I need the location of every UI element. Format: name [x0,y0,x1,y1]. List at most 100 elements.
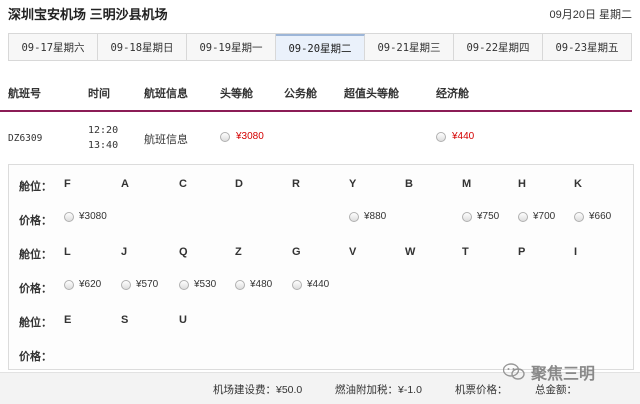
cabin-code-b: B [405,178,413,190]
fare-price: ¥3080 [79,211,107,222]
date-tab-0918[interactable]: 09-18星期日 [98,34,187,60]
fare-option-k[interactable]: ¥660 [574,211,611,222]
route-date: 09月20日 星期二 [549,9,632,21]
route-title: 深圳宝安机场 三明沙县机场 [8,7,168,22]
cabin-row-2: 舱位： L J Q Z G V W T P I [9,243,633,263]
radio-icon[interactable] [349,211,359,222]
table-header: 航班号 时间 航班信息 头等舱 公务舱 超值头等舱 经济舱 [8,85,632,111]
cabin-code-w: W [405,246,416,258]
economy-price: ¥440 [452,131,475,142]
fare-option-j[interactable]: ¥570 [121,279,158,290]
fare-option-l[interactable]: ¥620 [64,279,101,290]
wechat-icon [503,363,525,380]
cabin-code-t: T [462,246,469,258]
cabin-code-r: R [292,178,300,190]
price-row-2: 价格： ¥620 ¥570 ¥530 ¥480 ¥440 [9,277,633,297]
cabin-code-m: M [462,178,472,190]
price-label: 价格： [19,351,52,363]
date-tab-0921[interactable]: 09-21星期三 [365,34,454,60]
watermark: 聚焦三明 [503,360,595,384]
cabin-code-z: Z [235,246,242,258]
date-tab-0920-active[interactable]: 09-20星期二 [276,34,365,60]
cabin-code-p: P [518,246,526,258]
fare-price: ¥570 [136,279,159,290]
cabin-label: 舱位： [19,181,52,193]
col-time: 时间 [88,88,110,100]
cabin-code-j: J [121,246,128,258]
date-tab-0919[interactable]: 09-19星期一 [187,34,276,60]
flight-number: DZ6309 [8,133,43,144]
cabin-code-q: Q [179,246,188,258]
depart-time: 12:20 [88,125,119,136]
fare-option-q[interactable]: ¥530 [179,279,216,290]
cabin-row-3: 舱位： E S U [9,311,633,331]
radio-icon[interactable] [220,131,230,142]
fare-option-g[interactable]: ¥440 [292,279,329,290]
fare-price: ¥700 [533,211,556,222]
cabin-code-a: A [121,178,129,190]
fare-price: ¥750 [477,211,500,222]
fare-option-z[interactable]: ¥480 [235,279,272,290]
fare-price: ¥530 [194,279,217,290]
cabin-detail-panel: 舱位： F A C D R Y B M H K 价格： ¥3080 ¥880 ¥750 ¥700 ¥660… [8,164,634,370]
fare-price: ¥480 [250,279,273,290]
cabin-code-k: K [574,178,582,190]
col-flight-no: 航班号 [8,88,41,100]
cabin-code-l: L [64,246,71,258]
fare-price: ¥620 [79,279,102,290]
date-tab-0922[interactable]: 09-22星期四 [454,34,543,60]
radio-icon[interactable] [121,279,131,290]
col-info: 航班信息 [144,88,188,100]
fare-option-y[interactable]: ¥880 [349,211,386,222]
cabin-code-f: F [64,178,71,190]
radio-icon[interactable] [518,211,528,222]
cabin-code-s: S [121,314,129,326]
radio-icon[interactable] [574,211,584,222]
airport-fee: 机场建设费：¥50.0 [213,384,303,396]
first-class-option[interactable]: ¥3080 [220,131,264,142]
cabin-code-e: E [64,314,72,326]
header-divider [0,110,632,112]
cabin-code-c: C [179,178,187,190]
price-label: 价格： [19,283,52,295]
cabin-code-u: U [179,314,187,326]
col-premium-first: 超值头等舱 [344,88,399,100]
radio-icon[interactable] [292,279,302,290]
cabin-code-g: G [292,246,301,258]
fare-option-f[interactable]: ¥3080 [64,211,107,222]
radio-icon[interactable] [235,279,245,290]
fare-price: ¥660 [589,211,612,222]
cabin-code-y: Y [349,178,357,190]
date-tabs: 09-17星期六 09-18星期日 09-19星期一 09-20星期二 09-2… [8,33,632,61]
col-first: 头等舱 [220,88,253,100]
cabin-row-1: 舱位： F A C D R Y B M H K [9,175,633,195]
date-tab-0917[interactable]: 09-17星期六 [9,34,98,60]
cabin-code-v: V [349,246,357,258]
fare-option-m[interactable]: ¥750 [462,211,499,222]
radio-icon[interactable] [179,279,189,290]
cabin-label: 舱位： [19,249,52,261]
radio-icon[interactable] [64,211,74,222]
fare-price: ¥440 [307,279,330,290]
flight-times: 12:20 13:40 [88,123,118,153]
price-label: 价格： [19,215,52,227]
flight-info-link[interactable]: 航班信息 [144,131,188,147]
arrive-time: 13:40 [88,140,119,151]
fuel-fee: 燃油附加税：¥-1.0 [335,384,422,396]
flight-row: DZ6309 12:20 13:40 航班信息 ¥3080 ¥440 [8,118,632,158]
cabin-code-i: I [574,246,578,258]
date-tab-0923[interactable]: 09-23星期五 [543,34,631,60]
price-row-1: 价格： ¥3080 ¥880 ¥750 ¥700 ¥660 [9,209,633,229]
watermark-text: 聚焦三明 [531,366,596,383]
fare-option-h[interactable]: ¥700 [518,211,555,222]
radio-icon[interactable] [462,211,472,222]
col-business: 公务舱 [284,88,317,100]
cabin-label: 舱位： [19,317,52,329]
fare-price: ¥880 [364,211,387,222]
total-amount: 总金额： [535,384,577,396]
first-class-price: ¥3080 [236,131,264,142]
cabin-code-h: H [518,178,526,190]
radio-icon[interactable] [436,131,446,142]
radio-icon[interactable] [64,279,74,290]
economy-option[interactable]: ¥440 [436,131,474,142]
